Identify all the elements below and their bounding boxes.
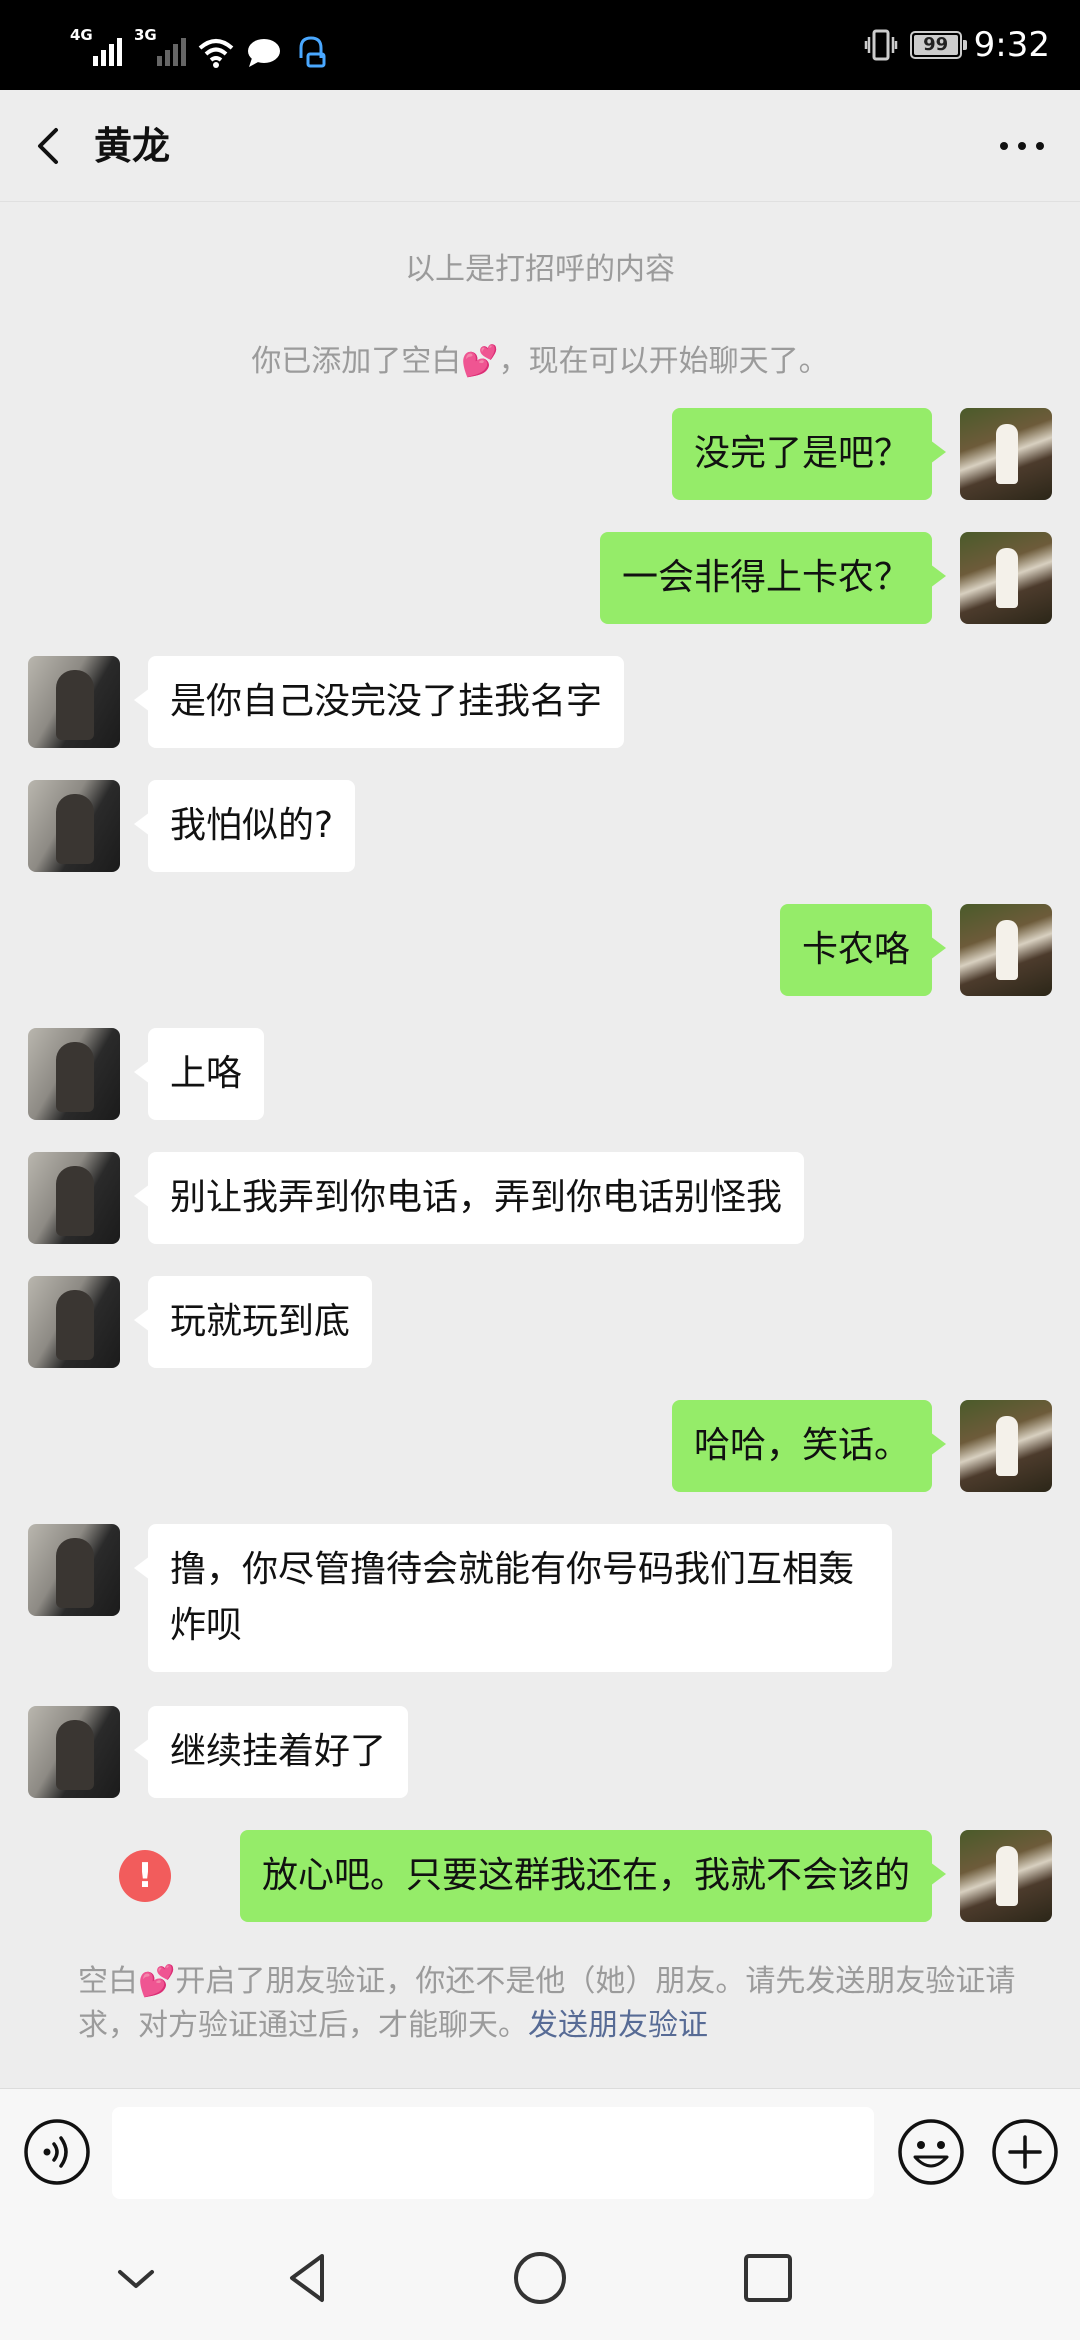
message-row: 是你自己没完没了挂我名字 (0, 656, 1080, 748)
my-avatar[interactable] (960, 408, 1052, 500)
greeting-notice: 以上是打招呼的内容 (405, 252, 675, 287)
message-bubble[interactable]: 放心吧。只要这群我还在，我就不会该的 (239, 1830, 947, 1922)
my-avatar[interactable] (960, 532, 1052, 624)
contact-avatar[interactable] (28, 1152, 120, 1244)
message-bubble[interactable]: 是你自己没完没了挂我名字 (133, 656, 625, 748)
message-row: 我怕似的? (0, 780, 1080, 872)
my-avatar[interactable] (960, 904, 1052, 996)
chat-header: 黄龙 (0, 90, 1080, 202)
message-row: 没完了是吧？ (0, 408, 1080, 500)
message-bubble[interactable]: 撸，你尽管撸待会就能有你号码我们互相轰炸呗 (134, 1524, 892, 1672)
network-label-2: 3G (134, 26, 157, 44)
send-failed-icon[interactable]: ! (119, 1850, 171, 1902)
signal-icon: 4G (70, 26, 122, 68)
message-bubble[interactable]: 继续挂着好了 (133, 1706, 409, 1798)
message-row: 别让我弄到你电话，弄到你电话别怪我 (0, 1152, 1080, 1244)
message-row: 哈哈，笑话。 (0, 1400, 1080, 1492)
message-input[interactable] (112, 2107, 874, 2199)
contact-avatar[interactable] (28, 1706, 120, 1798)
status-right: 99 9:32 (864, 22, 1050, 68)
send-verification-link[interactable]: 发送朋友验证 (528, 2008, 708, 2043)
more-icon[interactable] (992, 120, 1052, 172)
contact-avatar[interactable] (28, 1276, 120, 1368)
message-row: 上咯 (0, 1028, 1080, 1120)
status-bar: 4G 3G 99 9:32 (0, 0, 1080, 90)
status-time: 9:32 (973, 25, 1050, 65)
message-row: 一会非得上卡农？ (0, 532, 1080, 624)
message-bubble[interactable]: 没完了是吧？ (671, 408, 947, 500)
message-bubble[interactable]: 卡农咯 (779, 904, 947, 996)
input-bar (0, 2088, 1080, 2218)
my-avatar[interactable] (960, 1400, 1052, 1492)
message-bubble[interactable]: 哈哈，笑话。 (671, 1400, 947, 1492)
voice-icon[interactable] (22, 2117, 92, 2187)
battery-icon: 99 (909, 31, 967, 59)
added-notice: 你已添加了空白💕，现在可以开始聊天了。 (251, 344, 829, 379)
vibrate-icon (864, 29, 897, 61)
message-bubble[interactable]: 别让我弄到你电话，弄到你电话别怪我 (133, 1152, 805, 1244)
system-navigation (0, 2218, 1080, 2340)
message-bubble[interactable]: 玩就玩到底 (133, 1276, 373, 1368)
chat-title: 黄龙 (94, 124, 171, 168)
my-avatar[interactable] (960, 1830, 1052, 1922)
message-bubble[interactable]: 上咯 (133, 1028, 265, 1120)
message-row: ! 放心吧。只要这群我还在，我就不会该的 (0, 1830, 1080, 1922)
chevron-left-icon[interactable] (26, 120, 76, 172)
contact-avatar[interactable] (28, 1524, 120, 1616)
verification-notice: 空白💕开启了朋友验证，你还不是他（她）朋友。请先发送朋友验证请求，对方验证通过后… (78, 1960, 1018, 2048)
notification-icon (299, 36, 326, 68)
back-triangle-icon[interactable] (278, 2248, 338, 2308)
message-row: 撸，你尽管撸待会就能有你号码我们互相轰炸呗 (0, 1524, 1080, 1676)
message-row: 继续挂着好了 (0, 1706, 1080, 1798)
network-label-1: 4G (70, 26, 93, 44)
message-icon (248, 39, 280, 67)
contact-avatar[interactable] (28, 656, 120, 748)
emoji-icon[interactable] (896, 2117, 966, 2187)
contact-avatar[interactable] (28, 780, 120, 872)
plus-icon[interactable] (990, 2117, 1060, 2187)
message-bubble[interactable]: 我怕似的? (133, 780, 356, 872)
status-left: 4G 3G (70, 22, 328, 68)
signal-icon-2: 3G (134, 26, 186, 68)
message-row: 玩就玩到底 (0, 1276, 1080, 1368)
message-bubble[interactable]: 一会非得上卡农？ (599, 532, 947, 624)
battery-level: 99 (923, 34, 949, 55)
recent-square-icon[interactable] (738, 2248, 798, 2308)
chevron-down-icon[interactable] (106, 2248, 166, 2308)
contact-avatar[interactable] (28, 1028, 120, 1120)
message-row: 卡农咯 (0, 904, 1080, 996)
wifi-icon (198, 39, 234, 68)
home-circle-icon[interactable] (510, 2248, 570, 2308)
